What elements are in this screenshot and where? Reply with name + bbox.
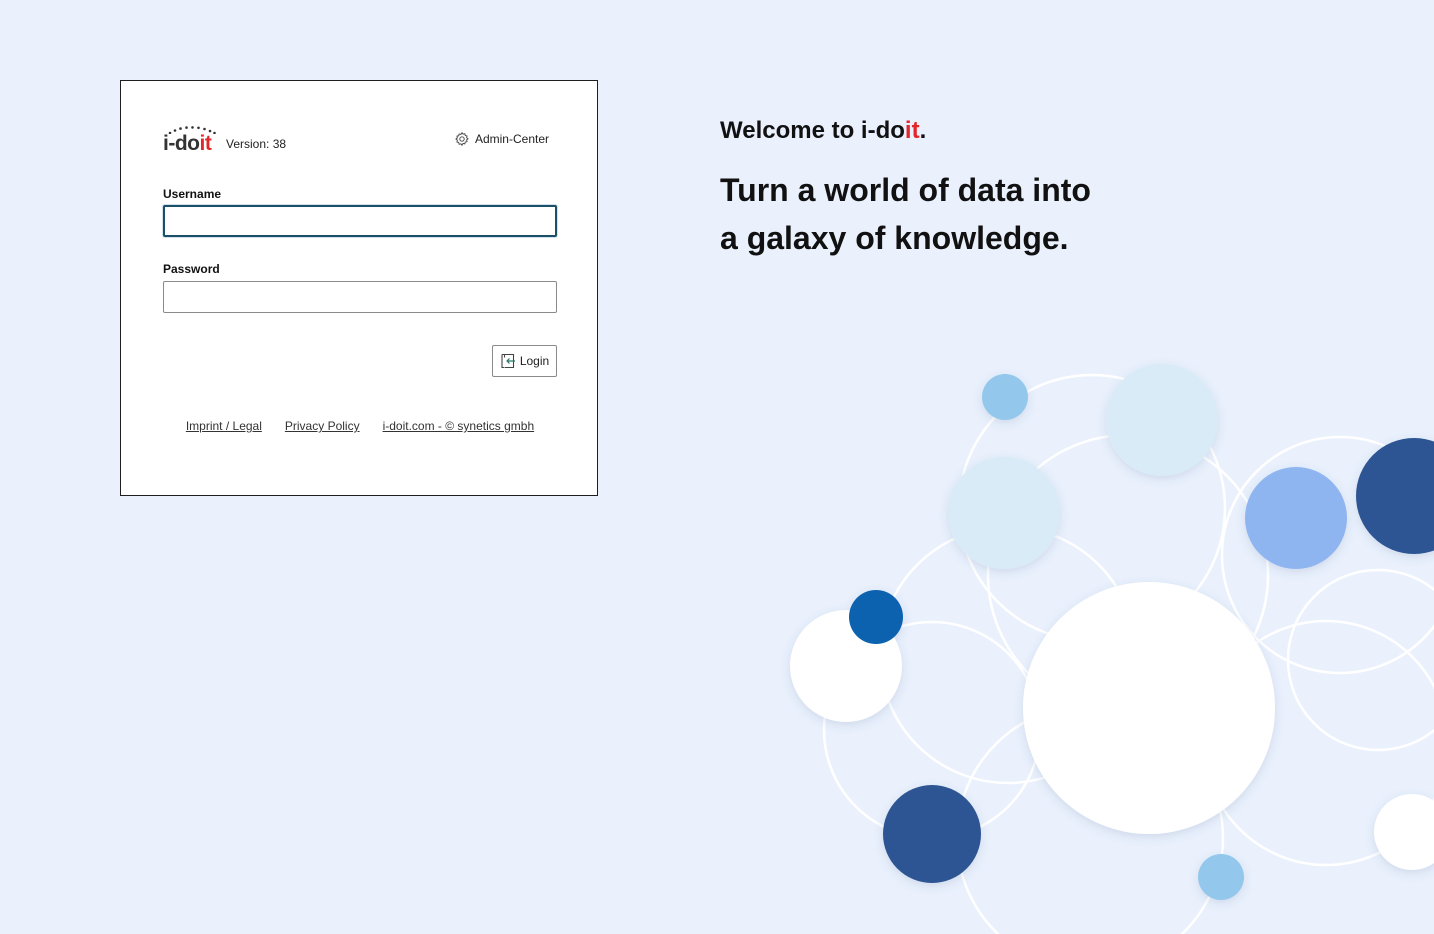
footer-links: Imprint / Legal Privacy Policy i-doit.co… (121, 419, 599, 433)
tagline-line-1: Turn a world of data into (720, 172, 1091, 208)
version-label: Version: 38 (226, 137, 287, 151)
username-label: Username (163, 187, 222, 201)
username-input[interactable] (163, 205, 557, 237)
welcome-brand-dark: i-do (860, 117, 905, 144)
gear-icon (455, 132, 469, 146)
admin-center-link[interactable]: Admin-Center (454, 131, 549, 147)
login-label: Login (519, 354, 550, 368)
welcome-prefix: Welcome to (720, 117, 861, 144)
imprint-link[interactable]: Imprint / Legal (186, 419, 262, 433)
admin-center-label: Admin-Center (474, 132, 549, 146)
privacy-link[interactable]: Privacy Policy (285, 419, 360, 433)
tagline-line-2: a galaxy of knowledge. (720, 220, 1069, 256)
login-icon (501, 353, 515, 369)
logo-wordmark: i-doit (163, 132, 212, 155)
password-input[interactable] (163, 281, 557, 313)
welcome-brand-red: it (904, 117, 920, 144)
logo-red-part: it (199, 132, 212, 155)
welcome-suffix: . (919, 117, 927, 144)
logo-dark-part: i-do (163, 132, 200, 155)
password-label: Password (163, 262, 220, 276)
panel-header: i-doit Version: 38 Admin-Center (163, 125, 557, 157)
login-panel: i-doit Version: 38 Admin-Center Username… (120, 80, 598, 496)
login-button[interactable]: Login (492, 345, 557, 377)
welcome-heading: Welcome to i-doit. (720, 117, 926, 145)
company-link[interactable]: i-doit.com - © synetics gmbh (383, 419, 535, 433)
tagline: Turn a world of data into a galaxy of kn… (720, 166, 1160, 262)
idoit-logo: i-doit (163, 125, 219, 155)
decorative-bubbles (790, 364, 1434, 900)
